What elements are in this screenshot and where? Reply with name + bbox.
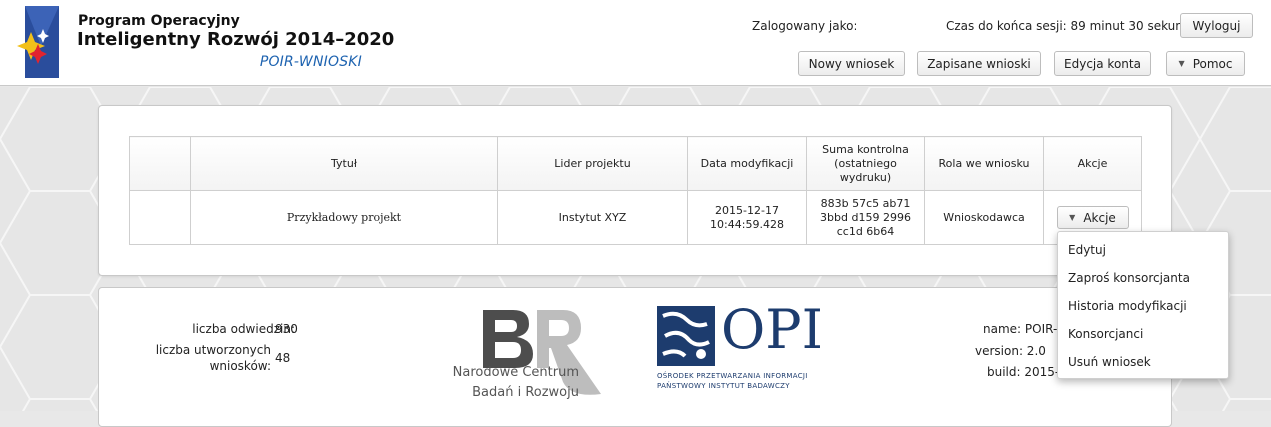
created-label-line2: wniosków: [209,359,271,373]
program-name-line2: Inteligentny Rozwój 2014–2020 [77,29,395,50]
row-checksum: 883b 57c5 ab71 3bbd d159 2996 cc1d 6b64 [806,190,925,245]
opi-emblem-icon [657,306,715,366]
logout-button-label: Wyloguj [1192,18,1241,33]
session-timer: Czas do końca sesji: 89 minut 30 sekund. [946,19,1195,33]
column-header-modified[interactable]: Data modyfikacji [687,136,807,191]
row-checksum-line2: 3bbd d159 2996 [820,210,911,224]
edit-account-button[interactable]: Edycja konta [1054,51,1151,76]
row-modified-time: 10:44:59.428 [710,217,784,231]
program-name-line1: Program Operacyjny [78,13,240,29]
logout-button[interactable]: Wyloguj [1180,13,1253,38]
menu-item-invite-consortium-member[interactable]: Zaproś konsorcjanta [1058,264,1228,292]
new-application-label: Nowy wniosek [808,56,895,71]
app-name-info: name: POIR- [983,322,1058,336]
row-checksum-line1: 883b 57c5 ab71 [820,196,911,210]
menu-item-modification-history[interactable]: Historia modyfikacji [1058,292,1228,320]
table-header-row: Tytuł Lider projektu Data modyfikacji Su… [129,136,1142,191]
created-label-line1: liczba utworzonych [155,343,271,357]
row-modified-date: 2015-12-17 [715,203,779,217]
row-modified: 2015-12-17 10:44:59.428 [687,190,807,245]
top-header: Program Operacyjny Inteligentny Rozwój 2… [0,0,1271,86]
row-leader: Instytut XYZ [497,190,688,245]
new-application-button[interactable]: Nowy wniosek [798,51,905,76]
row-actions-label: Akcje [1083,210,1116,225]
menu-item-edit[interactable]: Edytuj [1058,236,1228,264]
column-header-checksum[interactable]: Suma kontrolna (ostatniego wydruku) [806,136,925,191]
app-name: POIR-WNIOSKI [259,54,362,70]
opi-subtitle-line2: PAŃSTWOWY INSTYTUT BADAWCZY [657,382,790,390]
ncbr-name-line2: Badań i Rozwoju [472,385,579,400]
caret-down-icon: ▼ [1178,59,1185,68]
ncbr-name-line1: Narodowe Centrum [452,365,579,380]
opi-subtitle-line1: OŚRODEK PRZETWARZANIA INFORMACJI [657,372,808,380]
column-header-actions: Akcje [1043,136,1142,191]
app-version-info: version: 2.0 [975,344,1046,358]
applications-table: Tytuł Lider projektu Data modyfikacji Su… [129,136,1142,245]
edit-account-label: Edycja konta [1064,56,1141,71]
help-dropdown-button[interactable]: ▼ Pomoc [1166,51,1245,76]
column-header-leader[interactable]: Lider projektu [497,136,688,191]
applications-panel: Tytuł Lider projektu Data modyfikacji Su… [98,105,1172,276]
eu-funds-logo-icon [17,6,59,78]
help-label: Pomoc [1192,56,1233,71]
menu-item-consortium-members[interactable]: Konsorcjanci [1058,320,1228,348]
row-title: Przykładowy projekt [190,190,498,245]
actions-dropdown-menu: Edytuj Zaproś konsorcjanta Historia mody… [1057,231,1229,379]
column-header-role[interactable]: Rola we wniosku [924,136,1044,191]
username-redacted [856,18,938,32]
table-row: Przykładowy projekt Instytut XYZ 2015-12… [129,190,1142,245]
column-header-blank [129,136,191,191]
opi-logo-text: OPI [721,298,823,361]
app-build-info: build: 2015- [987,365,1060,379]
column-header-title[interactable]: Tytuł [190,136,498,191]
logged-in-label: Zalogowany jako: [752,19,858,33]
footer-panel: liczba odwiedzin: 930 liczba utworzonych… [98,287,1172,427]
created-value: 48 [275,351,291,365]
row-blank-cell [129,190,191,245]
saved-applications-button[interactable]: Zapisane wnioski [917,51,1041,76]
caret-down-icon: ▼ [1069,212,1076,222]
row-checksum-line3: cc1d 6b64 [836,224,895,238]
row-role: Wnioskodawca [924,190,1044,245]
menu-item-delete-application[interactable]: Usuń wniosek [1058,348,1228,376]
visits-value: 930 [275,322,298,336]
row-actions-button[interactable]: ▼ Akcje [1056,206,1129,229]
saved-applications-label: Zapisane wnioski [927,56,1031,71]
